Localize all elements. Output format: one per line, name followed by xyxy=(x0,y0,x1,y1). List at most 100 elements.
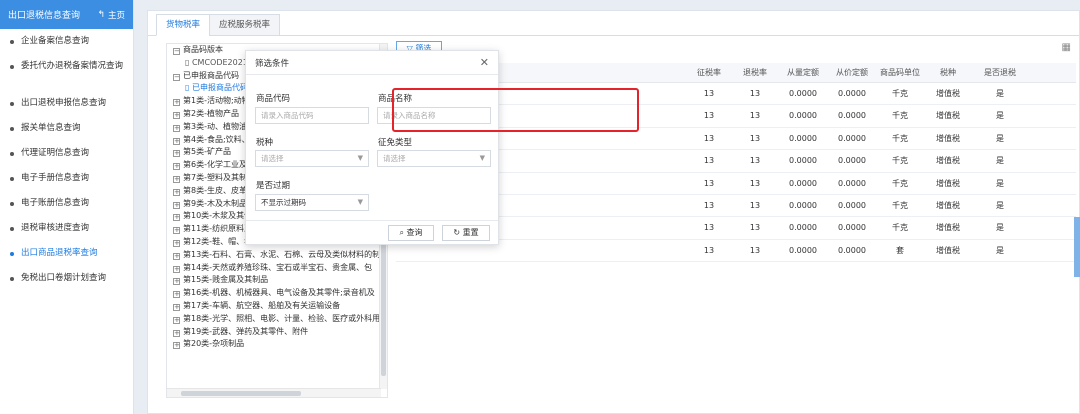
table-cell: 0.0000 xyxy=(789,89,817,98)
expand-icon[interactable]: + xyxy=(173,163,180,171)
bullet-icon xyxy=(10,65,14,69)
table-cell: 13 xyxy=(749,200,761,210)
expand-icon[interactable]: + xyxy=(173,111,180,119)
table-cell: 千克 xyxy=(892,111,908,121)
reset-label: 重置 xyxy=(462,228,479,237)
sidebar-item-company-filing[interactable]: 企业备案信息查询 xyxy=(0,29,133,54)
sidebar-item-label: 电子手册信息查询 xyxy=(21,173,90,183)
sidebar-item-label: 代理证明信息查询 xyxy=(21,148,90,158)
table-cell: 13 xyxy=(749,111,761,121)
tab-service-rate[interactable]: 应税服务税率 xyxy=(209,14,281,36)
sidebar-item-customs[interactable]: 报关单信息查询 xyxy=(0,116,133,141)
tree-node-label: 第14类-天然或养殖珍珠、宝石或半宝石、贵金属、包 xyxy=(183,262,373,272)
tree-node[interactable]: + 第17类-车辆、航空器、船舶及有关运输设备 xyxy=(167,300,387,313)
header-cell: 从价定额 xyxy=(836,68,868,77)
sidebar-item-cigarette-plan[interactable]: 免税出口卷烟计划查询 xyxy=(0,266,133,291)
home-link[interactable]: 主页 xyxy=(108,9,125,21)
levy-select[interactable]: 请选择 ▼ xyxy=(377,150,491,167)
expand-icon[interactable]: + xyxy=(173,329,180,337)
code-input[interactable]: 请录入商品代码 xyxy=(255,107,369,124)
tab-divider xyxy=(148,35,1079,36)
expand-icon[interactable]: + xyxy=(173,214,180,222)
expand-icon[interactable]: + xyxy=(173,201,180,209)
expired-select[interactable]: 不显示过期码 ▼ xyxy=(255,194,369,211)
expand-icon[interactable]: + xyxy=(173,227,180,235)
expand-icon[interactable]: + xyxy=(173,342,180,350)
sidebar-item-e-manual[interactable]: 电子手册信息查询 xyxy=(0,166,133,191)
sidebar-item-review-progress[interactable]: 退税审核进度查询 xyxy=(0,216,133,241)
sidebar-item-label: 委托代办退税备案情况查询 xyxy=(21,61,124,71)
table-cell: 增值税 xyxy=(936,111,960,121)
expand-icon[interactable]: + xyxy=(173,291,180,299)
table-cell: 13 xyxy=(749,223,761,233)
bullet-icon xyxy=(10,277,14,281)
table-cell: 增值税 xyxy=(936,223,960,233)
tree-node[interactable]: + 第16类-机器、机械器具、电气设备及其零件;录音机及 xyxy=(167,287,387,300)
scrollbar-thumb[interactable] xyxy=(181,391,301,396)
table-cell: 增值税 xyxy=(936,89,960,98)
expand-icon[interactable]: + xyxy=(173,303,180,311)
reset-button[interactable]: ↻ 重置 xyxy=(442,225,490,241)
sidebar-item-agency-proof[interactable]: 代理证明信息查询 xyxy=(0,141,133,166)
query-button[interactable]: ⌕ 查询 xyxy=(388,225,434,241)
tree-node[interactable]: + 第18类-光学、照相、电影、计量、检验、医疗或外科用 xyxy=(167,313,387,326)
expand-icon[interactable]: + xyxy=(173,265,180,273)
tax-select[interactable]: 请选择 ▼ xyxy=(255,150,369,167)
table-cell: 是 xyxy=(996,89,1004,98)
side-collapse-tab[interactable] xyxy=(1074,217,1080,277)
table-cell: 13 xyxy=(749,178,761,188)
code-label: 商品代码 xyxy=(256,94,291,104)
sidebar-item-label: 出口退税申报信息查询 xyxy=(21,98,107,108)
sidebar-item-label: 免税出口卷烟计划查询 xyxy=(21,273,107,283)
tree-node-label: 已申报商品代码 xyxy=(191,83,248,93)
tree-node-label: 第18类-光学、照相、电影、计量、检验、医疗或外科用 xyxy=(183,313,381,323)
chevron-down-icon: ▼ xyxy=(479,154,485,162)
expand-icon[interactable]: + xyxy=(173,278,180,286)
header-cell: 是否退税 xyxy=(984,68,1016,77)
tree-node[interactable]: + 第14类-天然或养殖珍珠、宝石或半宝石、贵金属、包 xyxy=(167,262,387,275)
table-cell: 是 xyxy=(996,111,1004,121)
tree-node[interactable]: + 第15类-贱金属及其制品 xyxy=(167,274,387,287)
table-cell: 13 xyxy=(703,178,715,188)
table-cell: 13 xyxy=(703,200,715,210)
tree-node-label: 第13类-石料、石膏、水泥、石棉、云母及类似材料的制 xyxy=(183,249,381,259)
column-settings-icon[interactable]: ▦ xyxy=(1062,42,1071,53)
sidebar-item-agent-filing[interactable]: 委托代办退税备案情况查询 xyxy=(0,54,133,91)
expand-icon[interactable]: + xyxy=(173,188,180,196)
table-cell: 千克 xyxy=(892,133,908,143)
expand-icon[interactable]: + xyxy=(173,124,180,132)
expand-icon[interactable]: + xyxy=(173,316,180,324)
sidebar-header: 出口退税信息查询 ↰ 主页 xyxy=(0,0,133,29)
tree-node[interactable]: + 第13类-石料、石膏、水泥、石棉、云母及类似材料的制 xyxy=(167,249,387,262)
tree-node-label: 第15类-贱金属及其制品 xyxy=(183,275,269,285)
sidebar-item-e-ledger[interactable]: 电子账册信息查询 xyxy=(0,191,133,216)
table-cell: 千克 xyxy=(892,178,908,188)
table-cell: 是 xyxy=(996,223,1004,233)
bullet-icon xyxy=(10,127,14,131)
search-icon: ⌕ xyxy=(399,228,407,237)
expand-icon[interactable]: + xyxy=(173,99,180,107)
table-cell: 套 xyxy=(896,245,904,255)
sidebar-item-export-rate[interactable]: 出口商品退税率查询 xyxy=(0,241,133,266)
collapse-icon[interactable]: − xyxy=(173,48,180,55)
table-cell: 千克 xyxy=(892,223,908,233)
table-cell: 13 xyxy=(749,245,761,255)
header-cell: 从量定额 xyxy=(787,68,819,77)
expand-icon[interactable]: + xyxy=(173,150,180,158)
highlight-annotation xyxy=(392,88,639,132)
close-icon[interactable]: ✕ xyxy=(480,56,489,69)
home-icon[interactable]: ↰ xyxy=(97,10,105,20)
table-cell: 13 xyxy=(703,223,715,233)
expand-icon[interactable]: + xyxy=(173,239,180,247)
expand-icon[interactable]: + xyxy=(173,175,180,183)
sidebar-item-declaration[interactable]: 出口退税申报信息查询 xyxy=(0,91,133,116)
expand-icon[interactable]: + xyxy=(173,252,180,260)
tree-node[interactable]: + 第19类-武器、弹药及其零件、附件 xyxy=(167,326,387,339)
collapse-icon[interactable]: − xyxy=(173,73,180,81)
tree-node[interactable]: + 第20类-杂项制品 xyxy=(167,338,387,351)
tree-horizontal-scrollbar[interactable] xyxy=(167,388,381,397)
tab-goods-rate[interactable]: 货物税率 xyxy=(156,14,211,36)
table-cell: 13 xyxy=(703,133,715,143)
expand-icon[interactable]: + xyxy=(173,137,180,145)
tree-node-label: 商品码版本 xyxy=(183,45,223,54)
